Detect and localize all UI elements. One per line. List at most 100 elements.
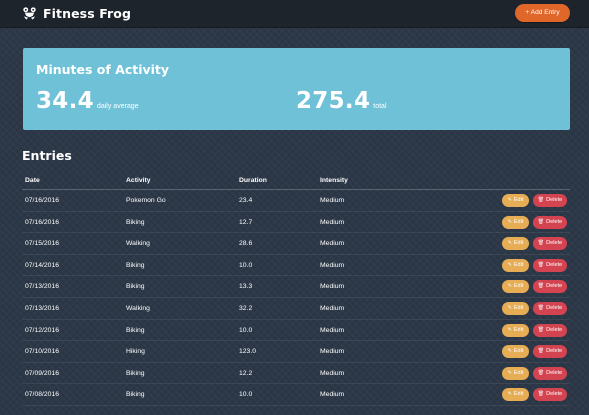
trash-icon: 🗑 — [537, 218, 545, 225]
daily-average-label: daily average — [96, 103, 139, 110]
delete-button[interactable]: 🗑 Delete — [533, 323, 567, 337]
delete-button[interactable]: 🗑 Delete — [533, 301, 567, 315]
pencil-icon: ✎ — [507, 197, 512, 203]
entry-duration: 10.0 — [239, 261, 253, 269]
edit-button[interactable]: ✎ Edit — [502, 323, 529, 337]
entry-date: 07/15/2016 — [25, 240, 60, 248]
edit-button[interactable]: ✎ Edit — [502, 345, 529, 359]
delete-label: Delete — [546, 283, 563, 290]
entry-activity: Pokemon Go — [126, 197, 166, 204]
entry-activity: Biking — [126, 326, 145, 334]
edit-button[interactable]: ✎ Edit — [502, 366, 529, 380]
entry-duration: 123.0 — [239, 348, 257, 356]
edit-label: Edit — [513, 304, 524, 311]
edit-label: Edit — [513, 218, 524, 225]
edit-button[interactable]: ✎ Edit — [502, 301, 529, 315]
entry-date: 07/14/2016 — [25, 261, 60, 269]
entry-duration: 10.0 — [239, 326, 253, 334]
entry-date: 07/10/2016 — [25, 348, 60, 356]
entry-date: 07/08/2016 — [25, 391, 60, 399]
entries-table: Date Activity Duration Intensity 07/16/2… — [22, 171, 570, 406]
edit-label: Edit — [513, 240, 524, 247]
trash-icon: 🗑 — [537, 369, 545, 376]
delete-button[interactable]: 🗑 Delete — [533, 345, 567, 359]
table-row: 07/16/2016 Biking 12.7 Medium ✎ Edit 🗑 Del… — [22, 212, 570, 234]
entry-duration: 23.4 — [239, 197, 253, 204]
table-row: 07/12/2016 Biking 10.0 Medium ✎ Edit 🗑 Del… — [22, 320, 570, 342]
table-row: 07/16/2016 Pokemon Go 23.4 Medium ✎ Edit … — [22, 190, 570, 212]
daily-average-stat: 34.4 daily average — [36, 88, 139, 114]
table-row: 07/10/2016 Hiking 123.0 Medium ✎ Edit 🗑 De… — [22, 341, 570, 363]
total-label: total — [373, 103, 387, 110]
total-value: 275.4 — [296, 88, 371, 114]
edit-label: Edit — [513, 283, 524, 290]
delete-button[interactable]: 🗑 Delete — [533, 280, 567, 294]
entry-date: 07/16/2016 — [25, 197, 60, 204]
entry-intensity: Medium — [320, 348, 345, 356]
daily-average-value: 34.4 — [36, 88, 94, 114]
entry-intensity: Medium — [320, 391, 345, 399]
delete-button[interactable]: 🗑 Delete — [533, 194, 567, 207]
edit-button[interactable]: ✎ Edit — [502, 388, 529, 402]
frog-logo-icon — [22, 6, 37, 21]
delete-button[interactable]: 🗑 Delete — [533, 258, 567, 272]
entry-duration: 32.2 — [239, 304, 253, 312]
delete-label: Delete — [546, 391, 563, 398]
entry-activity: Hiking — [126, 348, 145, 356]
trash-icon: 🗑 — [537, 283, 545, 290]
entry-intensity: Medium — [320, 283, 345, 291]
table-header: Date Activity Duration Intensity — [22, 171, 570, 190]
entry-intensity: Medium — [320, 261, 345, 269]
entry-date: 07/12/2016 — [25, 326, 60, 334]
entry-duration: 10.0 — [239, 391, 253, 399]
pencil-icon: ✎ — [507, 218, 512, 225]
entry-activity: Biking — [126, 218, 145, 226]
table-row: 07/13/2016 Biking 13.3 Medium ✎ Edit 🗑 Del… — [22, 276, 570, 298]
pencil-icon: ✎ — [507, 326, 512, 333]
table-row: 07/09/2016 Biking 12.2 Medium ✎ Edit 🗑 Del… — [22, 363, 570, 385]
edit-label: Edit — [513, 348, 524, 355]
entry-activity: Walking — [126, 240, 150, 248]
edit-button[interactable]: ✎ Edit — [502, 280, 529, 294]
pencil-icon: ✎ — [507, 304, 512, 311]
entry-date: 07/13/2016 — [25, 304, 60, 312]
edit-button[interactable]: ✎ Edit — [502, 194, 529, 207]
edit-button[interactable]: ✎ Edit — [502, 215, 529, 229]
entry-intensity: Medium — [320, 326, 345, 334]
entry-duration: 12.7 — [239, 218, 253, 226]
edit-label: Edit — [513, 369, 524, 376]
entry-date: 07/16/2016 — [25, 218, 60, 226]
edit-button[interactable]: ✎ Edit — [502, 258, 529, 272]
delete-button[interactable]: 🗑 Delete — [533, 237, 567, 251]
entry-intensity: Medium — [320, 197, 345, 204]
pencil-icon: ✎ — [507, 283, 512, 290]
entry-duration: 28.6 — [239, 240, 253, 248]
entry-activity: Biking — [126, 369, 145, 377]
table-row: 07/08/2016 Biking 10.0 Medium ✎ Edit 🗑 Del… — [22, 384, 570, 406]
delete-button[interactable]: 🗑 Delete — [533, 366, 567, 380]
delete-button[interactable]: 🗑 Delete — [533, 215, 567, 229]
trash-icon: 🗑 — [537, 348, 545, 355]
brand[interactable]: Fitness Frog — [22, 5, 131, 22]
table-body: 07/16/2016 Pokemon Go 23.4 Medium ✎ Edit … — [22, 190, 570, 406]
table-row: 07/14/2016 Biking 10.0 Medium ✎ Edit 🗑 Del… — [22, 255, 570, 277]
add-entry-button[interactable]: + Add Entry — [515, 4, 570, 22]
delete-button[interactable]: 🗑 Delete — [533, 388, 567, 402]
trash-icon: 🗑 — [537, 261, 545, 268]
entry-activity: Walking — [126, 304, 150, 312]
column-header-intensity: Intensity — [320, 177, 348, 184]
delete-label: Delete — [546, 261, 563, 268]
total-stat: 275.4 total — [296, 88, 387, 114]
entries-heading: Entries — [22, 148, 72, 163]
delete-label: Delete — [546, 369, 563, 376]
pencil-icon: ✎ — [507, 369, 512, 376]
delete-label: Delete — [546, 197, 563, 203]
column-header-duration: Duration — [239, 177, 267, 184]
entry-intensity: Medium — [320, 369, 345, 377]
entry-duration: 13.3 — [239, 283, 253, 291]
edit-button[interactable]: ✎ Edit — [502, 237, 529, 251]
entry-activity: Biking — [126, 283, 145, 291]
trash-icon: 🗑 — [537, 197, 545, 203]
pencil-icon: ✎ — [507, 240, 512, 247]
edit-label: Edit — [513, 197, 524, 203]
